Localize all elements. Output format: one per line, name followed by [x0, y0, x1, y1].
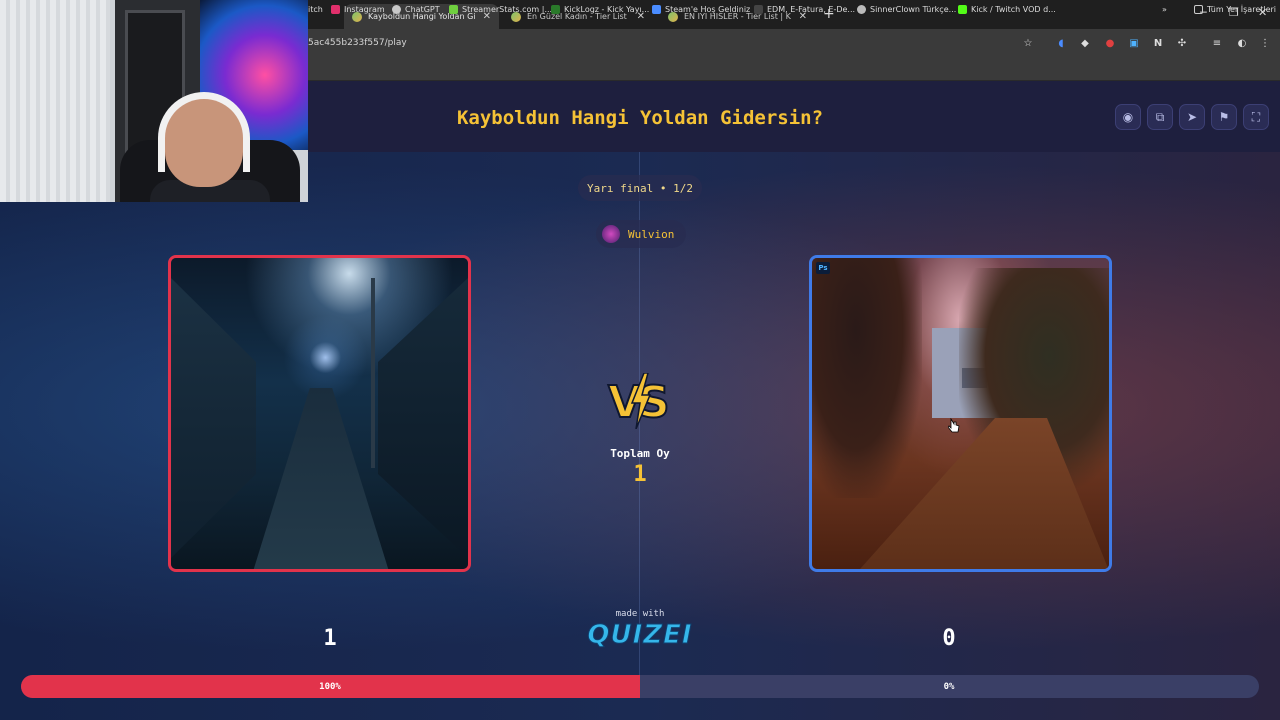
lightning-icon	[630, 373, 652, 429]
extension-icon[interactable]: N	[1151, 37, 1165, 51]
kick-icon	[958, 5, 967, 14]
fullscreen-icon[interactable]: ⛶	[1243, 104, 1269, 130]
share-icon[interactable]: ⧉	[1147, 104, 1173, 130]
night-street-image	[171, 258, 468, 569]
send-icon[interactable]: ➤	[1179, 104, 1205, 130]
round-badge: Yarı final • 1/2	[578, 175, 702, 201]
left-vote-count: 1	[323, 626, 337, 651]
eye-icon[interactable]: ◉	[1115, 104, 1141, 130]
bookmark-item[interactable]: StreamerStats.com |...	[449, 5, 552, 14]
extension-icon[interactable]: ◆	[1078, 37, 1092, 51]
total-votes-value: 1	[633, 462, 647, 487]
vs-badge: VS	[607, 373, 672, 433]
bookmark-item[interactable]: Kick / Twitch VOD d...	[958, 5, 1056, 14]
star-icon[interactable]: ☆	[1021, 37, 1035, 51]
steam-icon	[652, 5, 661, 14]
page: Kayboldun Hangi Yoldan Giders ✕ En Güzel…	[0, 0, 1280, 720]
chart-icon	[449, 5, 458, 14]
option-card-left[interactable]	[168, 255, 471, 572]
profile-icon[interactable]: ◐	[1235, 37, 1249, 51]
username: Wulvion	[628, 227, 675, 241]
extension-icon[interactable]: ▣	[1127, 37, 1141, 51]
menu-icon[interactable]: ⋮	[1258, 37, 1272, 51]
folder-icon	[1194, 5, 1203, 14]
ps-badge: Ps	[816, 262, 830, 274]
bookmark-item[interactable]: ChatGPT	[392, 5, 440, 14]
left-percent-label: 100%	[319, 682, 341, 692]
bookmark-item[interactable]: SinnerClown Türkçe...	[857, 5, 956, 14]
extension-icon[interactable]: ◖	[1054, 37, 1068, 51]
mouse-cursor-icon	[948, 418, 960, 433]
url-field[interactable]: 5ac455b233f557/play	[308, 38, 407, 48]
sunset-street-image: Ps	[812, 258, 1109, 569]
kick-icon	[551, 5, 560, 14]
media-icon[interactable]: ≡	[1210, 37, 1224, 51]
user-badge: Wulvion	[596, 220, 686, 248]
bookmark-item[interactable]: Steam'e Hoş Geldiniz	[652, 5, 750, 14]
all-bookmarks-folder[interactable]: Tüm Yer İşaretleri	[1194, 5, 1276, 14]
bookmark-item[interactable]: EDM, E-Fatura, E-De...	[754, 5, 855, 14]
total-votes-label: Toplam Oy	[610, 447, 670, 460]
bookmark-item[interactable]: KickLogz - Kick Yayı...	[551, 5, 649, 14]
bookmark-item[interactable]: Instagram	[331, 5, 385, 14]
avatar	[602, 225, 620, 243]
instagram-icon	[331, 5, 340, 14]
vote-progress-bar	[21, 675, 1259, 698]
option-card-right[interactable]: Ps	[809, 255, 1112, 572]
brand-logo[interactable]: QUIZEI	[580, 620, 700, 651]
right-percent-label: 0%	[943, 682, 955, 692]
puzzle-icon[interactable]: ✣	[1175, 37, 1189, 51]
globe-icon	[857, 5, 866, 14]
chatgpt-icon	[392, 5, 401, 14]
extension-icon[interactable]: ●	[1103, 37, 1117, 51]
webcam-overlay	[0, 0, 308, 202]
made-with-label: made with	[615, 609, 665, 619]
flag-icon[interactable]: ⚑	[1211, 104, 1237, 130]
document-icon	[754, 5, 763, 14]
more-bookmarks-icon[interactable]: »	[1162, 5, 1167, 14]
right-vote-count: 0	[942, 626, 956, 651]
bookmark-item[interactable]: itch	[308, 5, 323, 14]
